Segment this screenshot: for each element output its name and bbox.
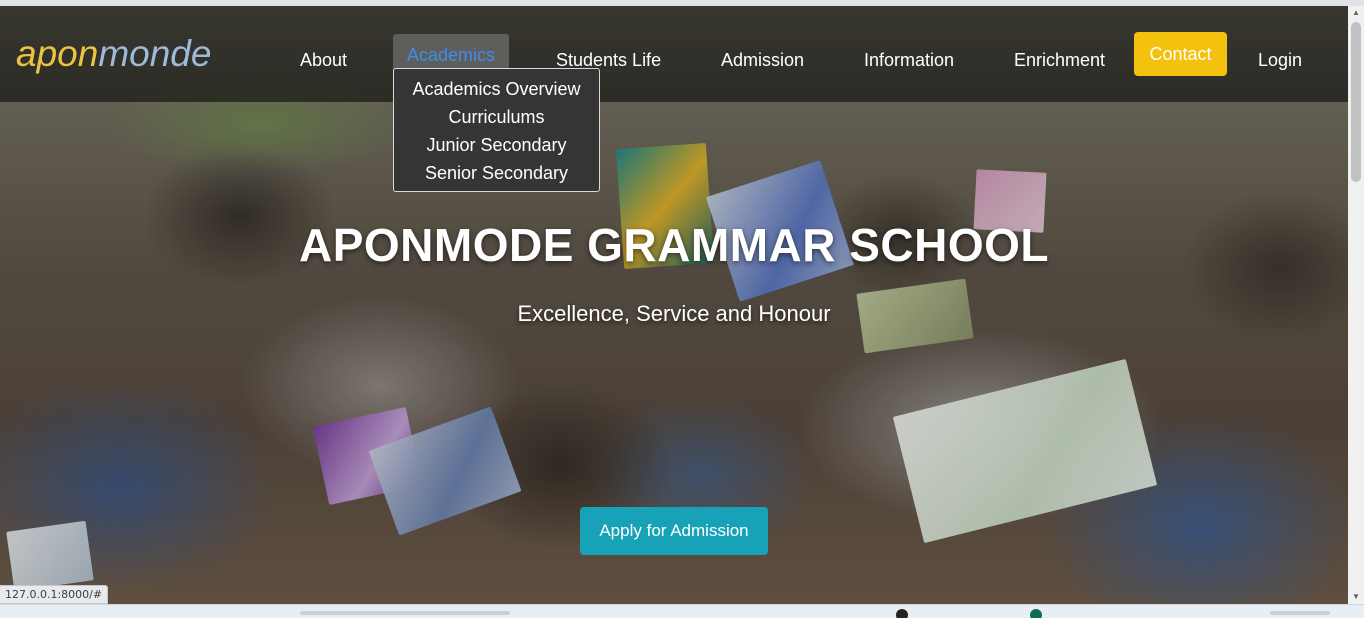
nav-enrichment[interactable]: Enrichment xyxy=(1014,40,1105,80)
scroll-down-arrow-icon[interactable]: ▼ xyxy=(1348,590,1364,604)
academics-dropdown-menu: Academics Overview Curriculums Junior Se… xyxy=(393,68,600,192)
scrollbar-thumb[interactable] xyxy=(1351,22,1361,182)
brand-logo-part1: apon xyxy=(16,33,99,74)
taskbar-app-icon[interactable] xyxy=(1030,609,1042,618)
brand-logo[interactable]: aponmonde xyxy=(16,34,211,74)
brand-logo-part2: monde xyxy=(98,33,212,74)
taskbar-search-bar[interactable] xyxy=(300,611,510,615)
taskbar-app-icon[interactable] xyxy=(896,609,908,618)
dropdown-item-senior-secondary[interactable]: Senior Secondary xyxy=(394,159,599,187)
dropdown-item-junior-secondary[interactable]: Junior Secondary xyxy=(394,131,599,159)
main-navbar: aponmonde About Academics Students Life … xyxy=(0,6,1348,102)
scroll-up-arrow-icon[interactable]: ▲ xyxy=(1348,6,1364,20)
hero-subtitle: Excellence, Service and Honour xyxy=(517,301,831,326)
nav-information[interactable]: Information xyxy=(864,40,954,80)
dropdown-item-curriculums[interactable]: Curriculums xyxy=(394,103,599,131)
page-scrollbar[interactable]: ▲ ▼ xyxy=(1348,6,1364,604)
taskbar-clock-area xyxy=(1270,611,1330,615)
os-taskbar xyxy=(0,604,1364,618)
dropdown-item-academics-overview[interactable]: Academics Overview xyxy=(394,75,599,103)
nav-about[interactable]: About xyxy=(300,40,347,80)
nav-login[interactable]: Login xyxy=(1258,40,1302,80)
nav-admission[interactable]: Admission xyxy=(721,40,804,80)
hero-title: APONMODE GRAMMAR SCHOOL xyxy=(298,219,1050,271)
nav-contact-button[interactable]: Contact xyxy=(1134,32,1227,76)
apply-for-admission-button[interactable]: Apply for Admission xyxy=(580,507,768,555)
browser-status-url: 127.0.0.1:8000/# xyxy=(0,585,109,604)
